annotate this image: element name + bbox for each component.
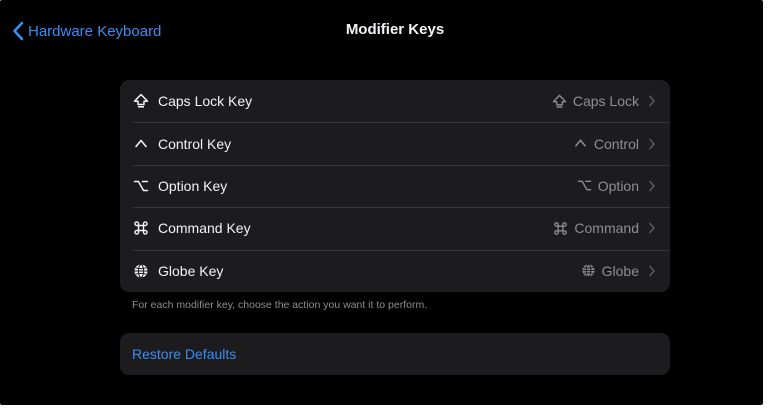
caps-lock-icon [552,94,567,109]
command-key-label: Command Key [158,220,251,237]
chevron-right-icon [648,265,656,277]
control-key-value: Control [573,136,656,152]
globe-key-row[interactable]: Globe Key Globe [120,249,670,292]
control-key-value-text: Control [593,135,639,152]
option-icon [133,178,149,194]
section-footer-note: For each modifier key, choose the action… [132,299,428,311]
chevron-right-icon [648,138,656,150]
control-icon [133,136,149,152]
command-key-value: Command [553,220,656,236]
command-icon [553,221,568,236]
caps-lock-icon [133,93,149,109]
restore-defaults-group: Restore Defaults [120,333,670,375]
navigation-bar: Hardware Keyboard Modifier Keys [0,0,763,62]
chevron-right-icon [648,95,656,107]
globe-icon [133,263,149,279]
chevron-right-icon [648,180,656,192]
chevron-right-icon [648,222,656,234]
control-icon [573,136,588,151]
control-key-row[interactable]: Control Key Control [120,122,670,164]
option-key-row[interactable]: Option Key Option [120,164,670,207]
command-key-value-text: Command [574,220,639,237]
globe-icon [581,263,596,278]
caps-lock-key-value: Caps Lock [552,93,656,109]
globe-key-value-text: Globe [601,262,639,279]
globe-key-label: Globe Key [158,262,224,279]
control-key-label: Control Key [158,135,232,152]
option-key-label: Option Key [158,177,228,194]
restore-defaults-button[interactable]: Restore Defaults [120,333,670,375]
command-icon [133,220,149,236]
caps-lock-key-label: Caps Lock Key [158,93,253,110]
option-icon [577,178,592,193]
settings-screen: Hardware Keyboard Modifier Keys Caps Loc… [0,0,763,405]
page-title: Modifier Keys [345,21,445,38]
globe-key-value: Globe [581,263,656,279]
caps-lock-key-value-text: Caps Lock [572,93,639,110]
command-key-row[interactable]: Command Key Command [120,207,670,249]
option-key-value: Option [577,178,656,194]
caps-lock-key-row[interactable]: Caps Lock Key Caps Lock [120,80,670,122]
modifier-keys-list: Caps Lock Key Caps Lock Control Key Cont… [120,80,670,292]
option-key-value-text: Option [597,177,639,194]
